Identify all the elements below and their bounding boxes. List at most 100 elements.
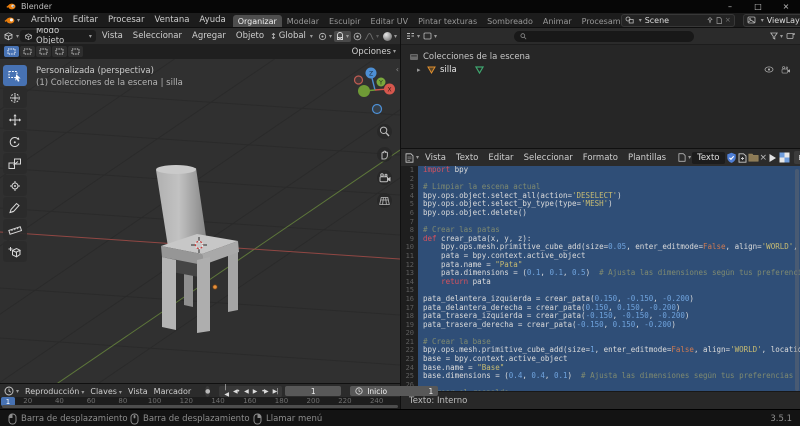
outliner-row-silla[interactable]: ▸ silla [401, 63, 800, 76]
timeline-ruler[interactable]: 1 20406080100120140160180200220240 [0, 397, 400, 409]
viewport-menu-vista[interactable]: Vista [97, 31, 128, 41]
select-invert-button[interactable] [52, 46, 67, 57]
code-line-text[interactable]: pata_delantera_derecha = crear_pata(0.15… [418, 304, 800, 313]
code-line-text[interactable]: return pata [418, 278, 800, 287]
code-line-text[interactable]: bpy.ops.mesh.primitive_cube_add(size=0.0… [418, 243, 800, 252]
chair-mesh[interactable] [156, 165, 239, 333]
falloff-curve-icon[interactable]: ▾ [364, 32, 379, 41]
workspace-tab-organizar[interactable]: Organizar [233, 15, 282, 27]
disable-render-camera-icon[interactable] [781, 66, 791, 74]
code-area[interactable]: 1import bpy23# Limpiar la escena actual4… [401, 166, 800, 392]
workspace-tab-animar[interactable]: Animar [538, 15, 577, 27]
code-line-text[interactable]: pata_delantera_izquierda = crear_pata(0.… [418, 295, 800, 304]
code-line-text[interactable]: pata_trasera_derecha = crear_pata(-0.150… [418, 321, 800, 330]
code-line-text[interactable]: bpy.ops.object.select_all(action='DESELE… [418, 192, 800, 201]
zoom-nav-button[interactable] [377, 124, 392, 139]
new-text-icon[interactable] [738, 151, 747, 164]
menu-ventana[interactable]: Ventana [150, 15, 195, 25]
move-tool-button[interactable] [3, 109, 27, 130]
timeline-menu-vista[interactable]: Vista [125, 387, 151, 396]
snap-target-icon[interactable]: ▾ [318, 32, 332, 41]
workspace-tab-editar-uv[interactable]: Editar UV [366, 15, 414, 27]
new-scene-icon[interactable] [716, 17, 722, 24]
workspace-tab-sombreado[interactable]: Sombreado [482, 15, 538, 27]
transform-tool-button[interactable] [3, 175, 27, 196]
code-line-text[interactable]: bpy.ops.mesh.primitive_cube_add(size=1, … [418, 346, 800, 355]
run-script-icon[interactable] [768, 151, 777, 164]
editor-type-icon[interactable]: ▾ [4, 386, 19, 396]
current-frame-field[interactable]: 1 [285, 386, 341, 396]
cursor-tool-button[interactable] [3, 87, 27, 108]
workspace-tab-esculpir[interactable]: Esculpir [324, 15, 366, 27]
sidebar-collapse-arrow-icon[interactable]: ‹ [396, 65, 399, 74]
editor-type-icon[interactable]: ▾ [405, 153, 419, 163]
gizmo-neg-z-ball[interactable] [373, 105, 382, 114]
text-menu-texto[interactable]: Texto [451, 153, 483, 163]
measure-tool-button[interactable] [3, 219, 27, 240]
annotate-tool-button[interactable] [3, 197, 27, 218]
unlink-scene-icon[interactable]: × [725, 16, 731, 24]
add-cube-tool-button[interactable] [3, 241, 27, 262]
menu-archivo[interactable]: Archivo [26, 15, 68, 25]
workspace-tab-modelar[interactable]: Modelar [282, 15, 324, 27]
code-line-text[interactable]: import bpy [418, 166, 800, 175]
pan-nav-button[interactable] [377, 147, 392, 162]
3d-viewport[interactable]: ▾ Modo Objeto ▾ VistaSeleccionarAgregarO… [0, 28, 400, 383]
code-line-text[interactable]: def crear_pata(x, y, z): [418, 235, 800, 244]
code-line-text[interactable]: pata.dimensions = (0.1, 0.1, 0.5) # Ajus… [418, 269, 800, 278]
register-shield-icon[interactable] [726, 151, 737, 164]
viewport-menu-agregar[interactable]: Agregar [187, 31, 231, 41]
new-collection-icon[interactable] [786, 32, 795, 40]
navigation-gizmo[interactable]: Z Y X [354, 63, 396, 121]
proportional-editing-icon[interactable] [353, 32, 362, 41]
code-line-text[interactable]: bpy.ops.object.delete() [418, 209, 800, 218]
filter-image-icon[interactable]: ▾ [423, 32, 437, 40]
code-line-text[interactable]: bpy.ops.object.select_by_type(type='MESH… [418, 200, 800, 209]
viewport-menu-objeto[interactable]: Objeto [231, 31, 269, 41]
gizmo-y-ball[interactable] [358, 85, 370, 97]
code-line-text[interactable] [418, 218, 800, 227]
code-line-text[interactable] [418, 175, 800, 184]
code-line-text[interactable]: # Crear la base [418, 338, 800, 347]
timeline-menu-reproduccion[interactable]: Reproducción▾ [22, 387, 87, 396]
text-datablock-icon[interactable]: ▾ [678, 153, 691, 162]
mode-selector[interactable]: Modo Objeto ▾ [20, 30, 96, 42]
play-reverse-button[interactable]: ◀ [242, 388, 250, 395]
text-editor-scrollbar[interactable] [795, 169, 799, 391]
code-line-text[interactable]: base.dimensions = (0.4, 0.4, 0.1) # Ajus… [418, 372, 800, 381]
code-line-text[interactable]: base.name = "Base" [418, 364, 800, 373]
scene-selector[interactable]: ▾ Scene × [621, 14, 735, 27]
workspace-tab-pintar-texturas[interactable]: Pintar texturas [413, 15, 482, 27]
hide-eye-icon[interactable] [764, 66, 774, 74]
snap-magnet-icon[interactable]: ▾ [334, 31, 351, 42]
code-line-text[interactable]: # Limpiar la escena actual [418, 183, 800, 192]
text-menu-plantillas[interactable]: Plantillas [623, 153, 671, 163]
editor-type-icon[interactable]: ▾ [3, 31, 19, 41]
scale-tool-button[interactable] [3, 153, 27, 174]
code-line-text[interactable]: pata_trasera_izquierda = crear_pata(-0.1… [418, 312, 800, 321]
viewport-menu-seleccionar[interactable]: Seleccionar [128, 31, 187, 41]
text-menu-seleccionar[interactable]: Seleccionar [519, 153, 578, 163]
code-line-text[interactable]: base = bpy.context.active_object [418, 355, 800, 364]
menu-procesar[interactable]: Procesar [103, 15, 150, 25]
outliner-search-input[interactable] [514, 31, 694, 42]
next-keyframe-button[interactable]: •▶ [259, 388, 269, 395]
minimize-button[interactable]: – [716, 0, 744, 13]
text-menu-formato[interactable]: Formato [578, 153, 623, 163]
camera-nav-button[interactable] [377, 170, 392, 185]
timeline-menu-claves[interactable]: Claves▾ [87, 387, 125, 396]
close-button[interactable]: × [772, 0, 800, 13]
display-mode-icon[interactable]: ▾ [406, 32, 420, 40]
play-button[interactable]: ▶ [251, 388, 259, 395]
timeline-scrollbar[interactable] [2, 405, 398, 408]
workspace-tab-procesamiento[interactable]: Procesamiento [577, 15, 621, 27]
menu-editar[interactable]: Editar [68, 15, 103, 25]
viewlayer-selector[interactable]: ▾ ViewLayer × [743, 14, 800, 27]
code-line-text[interactable] [418, 329, 800, 338]
orientation-label[interactable]: Global [279, 31, 306, 41]
text-menu-editar[interactable]: Editar [483, 153, 518, 163]
frame-start-field[interactable]: Inicio 1 [350, 386, 438, 396]
expand-arrow-icon[interactable]: ▸ [417, 66, 423, 74]
outliner-row-scene-collection[interactable]: Colecciones de la escena [401, 50, 800, 63]
checker-toggle-icon[interactable] [778, 151, 791, 164]
